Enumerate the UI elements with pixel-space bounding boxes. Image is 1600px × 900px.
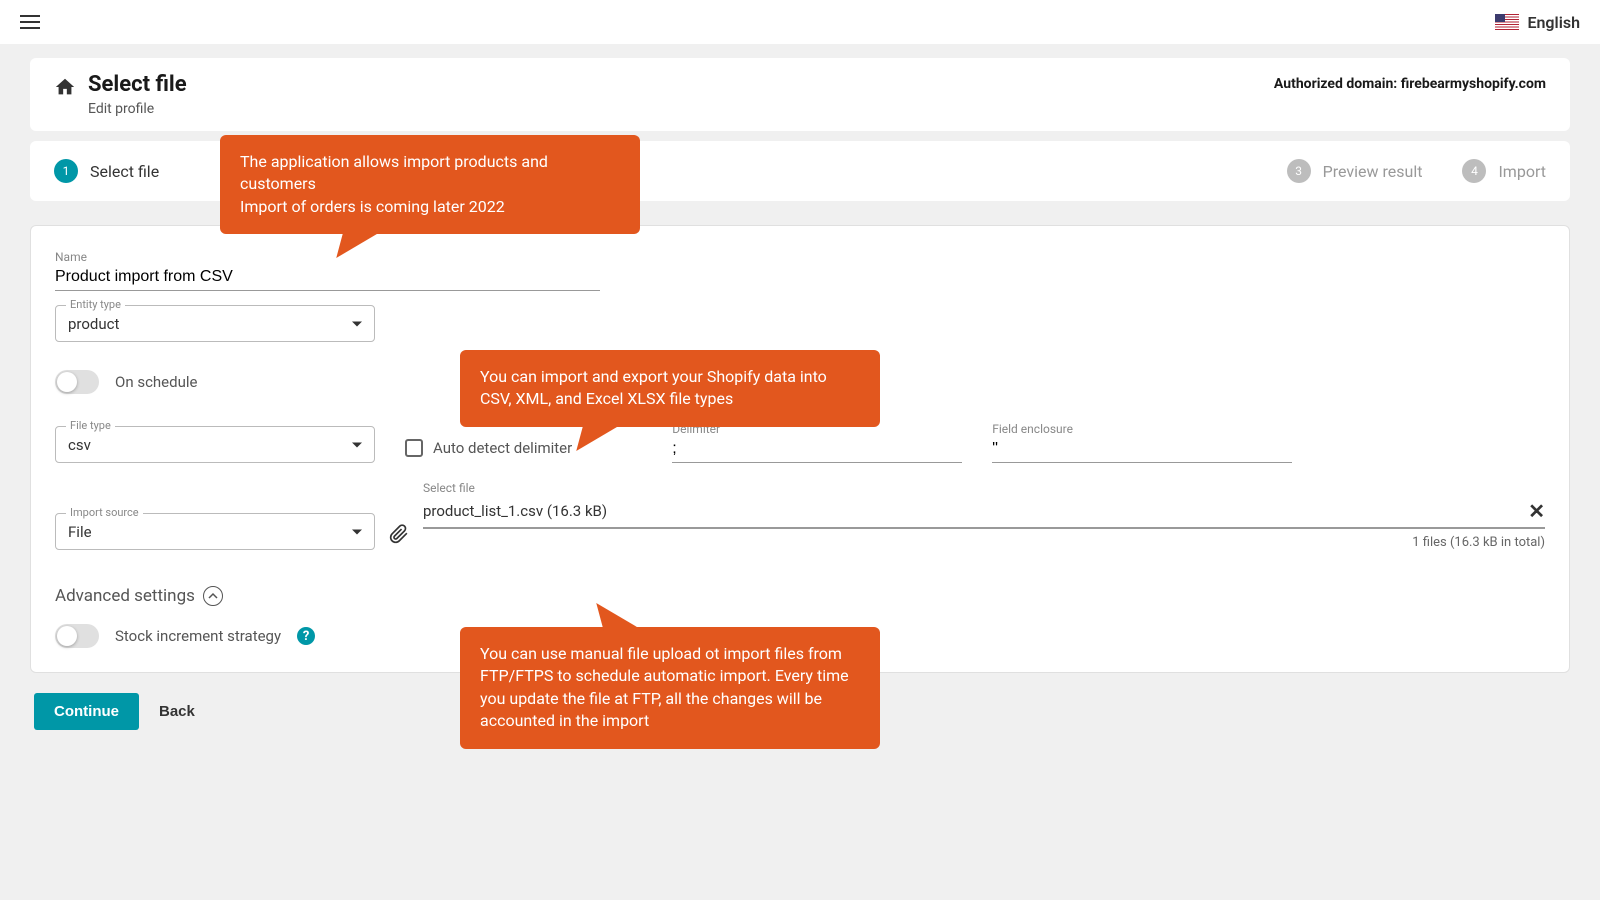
import-source-value: File [68, 523, 92, 541]
attachment-icon[interactable] [389, 522, 409, 546]
file-type-select[interactable]: File type csv [55, 426, 375, 463]
callout-text: You can import and export your Shopify d… [480, 366, 860, 411]
callout-text: The application allows import products a… [240, 151, 620, 196]
form-card: Name Entity type product On schedule Fil… [30, 225, 1570, 673]
back-button[interactable]: Back [159, 703, 195, 720]
step-label: Import [1498, 162, 1546, 181]
hamburger-menu-icon[interactable] [20, 15, 40, 29]
step-import[interactable]: 4 Import [1462, 159, 1546, 183]
stock-increment-label: Stock increment strategy [115, 627, 281, 645]
step-label: Select file [90, 162, 159, 181]
entity-type-value: product [68, 315, 119, 333]
on-schedule-toggle[interactable] [55, 370, 99, 394]
advanced-settings-label: Advanced settings [55, 586, 195, 606]
callout-tooltip: The application allows import products a… [220, 135, 640, 234]
auto-detect-label: Auto detect delimiter [433, 439, 572, 457]
chevron-down-icon [352, 529, 362, 534]
enclosure-label: Field enclosure [992, 422, 1292, 436]
step-number: 1 [54, 159, 78, 183]
advanced-settings-toggle[interactable]: Advanced settings [55, 586, 1545, 606]
language-selector[interactable]: English [1495, 13, 1580, 32]
import-source-select[interactable]: Import source File [55, 513, 375, 550]
stock-increment-toggle[interactable] [55, 624, 99, 648]
topbar: English [0, 0, 1600, 44]
chevron-down-icon [352, 442, 362, 447]
delimiter-input[interactable] [672, 436, 962, 463]
remove-file-button[interactable]: ✕ [1528, 499, 1545, 523]
on-schedule-label: On schedule [115, 373, 197, 391]
auto-detect-checkbox[interactable] [405, 439, 423, 457]
file-type-label: File type [66, 419, 115, 432]
file-total-info: 1 files (16.3 kB in total) [423, 535, 1545, 550]
select-file-label: Select file [423, 481, 1545, 495]
import-source-label: Import source [66, 506, 143, 519]
step-label: Preview result [1323, 162, 1423, 181]
us-flag-icon [1495, 14, 1519, 30]
page-header: Select file Edit profile Authorized doma… [30, 58, 1570, 131]
selected-file-name: product_list_1.csv (16.3 kB) [423, 502, 607, 520]
chevron-up-icon [203, 586, 223, 606]
step-preview-result[interactable]: 3 Preview result [1287, 159, 1423, 183]
language-label: English [1527, 13, 1580, 32]
home-icon[interactable] [54, 76, 76, 98]
authorized-domain: Authorized domain: firebearmyshopify.com [1274, 76, 1546, 92]
enclosure-input[interactable] [992, 436, 1292, 463]
help-icon[interactable]: ? [297, 627, 315, 645]
continue-button[interactable]: Continue [34, 693, 139, 730]
step-select-file[interactable]: 1 Select file [54, 159, 159, 183]
name-input[interactable] [55, 264, 600, 291]
entity-type-label: Entity type [66, 298, 125, 311]
page-subtitle: Edit profile [88, 101, 187, 117]
callout-text: Import of orders is coming later 2022 [240, 196, 620, 218]
page-title: Select file [88, 72, 187, 97]
chevron-down-icon [352, 321, 362, 326]
callout-tooltip: You can import and export your Shopify d… [460, 350, 880, 427]
step-number: 4 [1462, 159, 1486, 183]
callout-text: You can use manual file upload ot import… [480, 643, 860, 733]
entity-type-select[interactable]: Entity type product [55, 305, 375, 342]
step-number: 3 [1287, 159, 1311, 183]
callout-tooltip: You can use manual file upload ot import… [460, 627, 880, 749]
file-type-value: csv [68, 436, 91, 454]
name-label: Name [55, 250, 1545, 264]
